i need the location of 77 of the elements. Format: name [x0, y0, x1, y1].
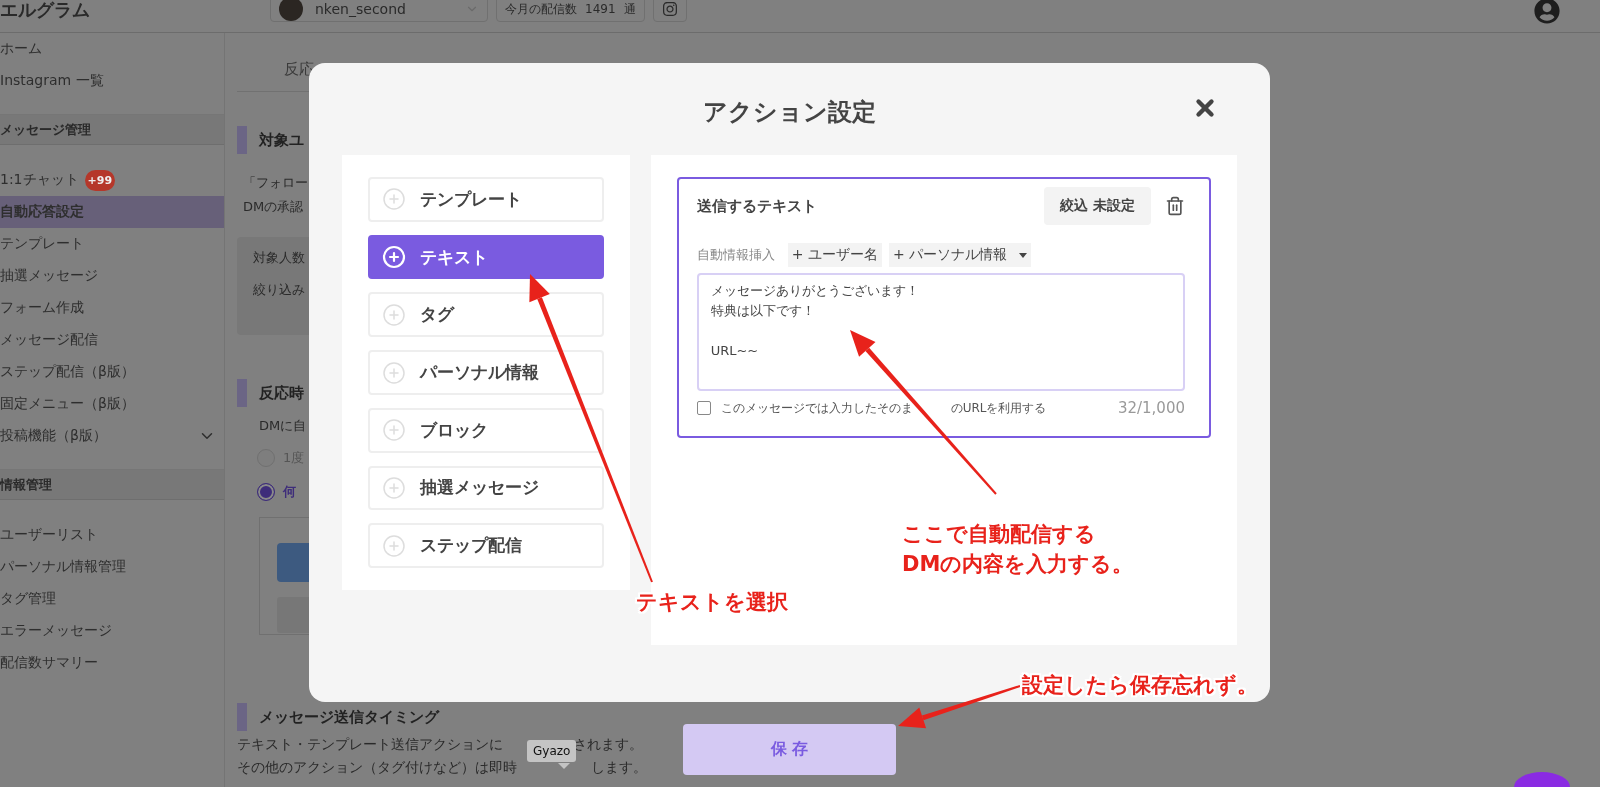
action-type-option[interactable]: 抽選メッセージ	[368, 465, 604, 511]
message-line: 特典は以下です！	[710, 302, 815, 320]
radio-button[interactable]	[257, 483, 275, 501]
instagram-icon[interactable]	[652, 0, 687, 22]
section-heading: 反応時	[259, 383, 304, 403]
monthly-count-box: 今月の配信数 1491 通	[496, 0, 645, 22]
section-heading: メッセージ送信タイミング	[259, 707, 439, 727]
sidebar-item[interactable]: フォーム作成	[0, 292, 224, 324]
info-text: 対象人数	[253, 249, 305, 267]
sidebar-item[interactable]: 1:1チャット +99	[0, 164, 224, 196]
sidebar-item[interactable]: ホーム	[0, 33, 224, 65]
dialog-title: アクション設定	[703, 97, 876, 126]
annotation-text: 設定したら保存忘れず。	[1022, 672, 1258, 699]
action-type-option[interactable]: パーソナル情報	[368, 350, 604, 395]
annotation-text: ここで自動配信する DMの内容を入力する。	[902, 521, 1134, 578]
body-text: テキスト・テンプレート送信アクションに	[237, 735, 503, 754]
card-title: 送信するテキスト	[696, 196, 818, 216]
sidebar-item[interactable]: ユーザーリスト	[0, 519, 224, 551]
filter-button[interactable]: 絞込 未設定	[1044, 187, 1151, 225]
action-type-option[interactable]: ステップ配信	[368, 523, 604, 569]
character-counter: 32/1,000	[1117, 399, 1185, 417]
tooltip-pointer	[558, 763, 570, 769]
checkbox-label: のURLを利用する	[950, 399, 1047, 417]
count-badge: +99	[84, 169, 116, 191]
sidebar-heading: メッセージ管理	[0, 114, 224, 145]
action-type-option[interactable]: テキスト	[368, 234, 604, 280]
account-select[interactable]: nken_second	[270, 0, 488, 22]
sidebar-item[interactable]: 自動応答設定	[0, 196, 224, 228]
plus-circle-icon	[382, 245, 406, 270]
checkbox-label: このメッセージでは入力したそのま	[720, 399, 913, 417]
sidebar-item[interactable]: 抽選メッセージ	[0, 260, 224, 292]
heading-bar	[237, 126, 247, 154]
body-text: 「フォロー	[243, 174, 308, 192]
plus-circle-icon	[382, 533, 406, 558]
sidebar-item[interactable]: タグ管理	[0, 583, 224, 615]
save-button[interactable]: 保 存	[683, 724, 896, 775]
section-heading: 対象ユ	[259, 130, 304, 150]
sidebar-item[interactable]: Instagram 一覧	[0, 65, 224, 97]
message-line: メッセージありがとうございます！	[710, 282, 919, 300]
heading-bar	[237, 703, 247, 731]
action-type-option[interactable]: ブロック	[368, 407, 604, 453]
caret-icon	[1019, 252, 1028, 258]
body-text: DMに自	[259, 417, 307, 435]
sidebar-item[interactable]: パーソナル情報管理	[0, 551, 224, 583]
sidebar-item[interactable]: メッセージ配信	[0, 324, 224, 356]
body-text: DMの承認	[243, 198, 304, 216]
sidebar-item[interactable]: 固定メニュー（β版）	[0, 388, 224, 420]
app-logo[interactable]: エルグラム	[0, 0, 270, 22]
plus-circle-icon	[382, 418, 406, 443]
sidebar-item[interactable]: エラーメッセージ	[0, 615, 224, 647]
message-line: URL~~	[710, 342, 759, 360]
avatar	[279, 0, 303, 21]
tooltip: Gyazo	[527, 740, 577, 762]
user-icon[interactable]	[1534, 0, 1560, 24]
heading-bar	[237, 379, 247, 407]
insert-label: 自動情報挿入	[696, 246, 775, 264]
checkbox[interactable]	[696, 401, 711, 415]
sidebar-item[interactable]: 配信数サマリー	[0, 647, 224, 679]
action-type-option[interactable]: テンプレート	[368, 177, 604, 222]
info-text: 絞り込み	[253, 281, 305, 299]
message-input[interactable]: メッセージありがとうございます！ 特典は以下です！ URL~~	[696, 273, 1185, 391]
insert-button[interactable]: + ユーザー名	[787, 243, 882, 267]
plus-circle-icon	[382, 360, 406, 385]
plus-circle-icon	[382, 475, 406, 500]
insert-dropdown[interactable]: + パーソナル情報	[888, 243, 1032, 267]
sidebar-heading: 情報管理	[0, 469, 224, 500]
action-type-option[interactable]: タグ	[368, 292, 604, 338]
sidebar-item[interactable]: 投稿機能（β版）	[0, 420, 224, 452]
radio-label: 何	[283, 483, 296, 501]
sidebar-item[interactable]: ステップ配信（β版）	[0, 356, 224, 388]
sidebar-item[interactable]: テンプレート	[0, 228, 224, 260]
annotation-text: テキストを選択	[636, 589, 788, 616]
body-text: します。	[591, 758, 647, 777]
body-text: その他のアクション（タグ付けなど）は即時	[237, 758, 517, 777]
trash-icon[interactable]	[1165, 196, 1185, 216]
plus-circle-icon	[382, 302, 406, 327]
plus-circle-icon	[382, 187, 406, 212]
